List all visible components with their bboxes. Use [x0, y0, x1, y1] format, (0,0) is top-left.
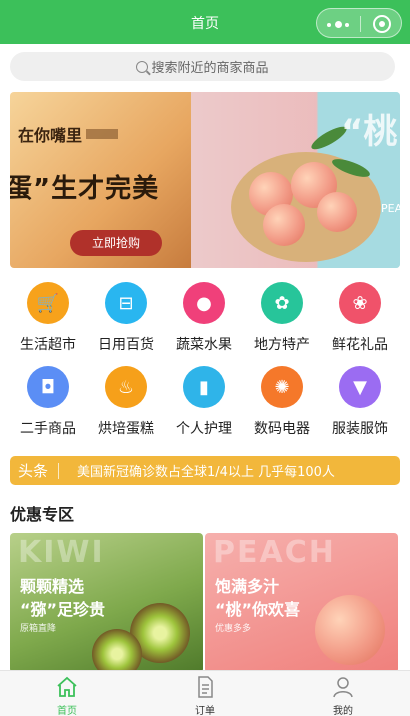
headline-text: 美国新冠确诊数占全球1/4以上 几乎每100人 [77, 465, 335, 480]
category-label: 日用百货 [98, 337, 154, 353]
category-item[interactable]: ♨ 烘培蛋糕 [85, 366, 167, 438]
category-label: 数码电器 [254, 421, 310, 437]
category-item[interactable]: ▼ 服装服饰 [319, 366, 401, 438]
banner-line1: 在你嘴里 [18, 126, 83, 145]
category-item[interactable]: ✿ 地方特产 [241, 282, 323, 354]
banner-peach-panel: “桃 PEACH [191, 92, 400, 268]
peach-image [263, 204, 305, 246]
section-title: 优惠专区 [10, 505, 75, 524]
order-icon [193, 675, 217, 699]
promo-line1: 颗颗精选 [20, 577, 85, 596]
miniprogram-capsule [316, 8, 402, 38]
headline-bar[interactable]: 头条 美国新冠确诊数占全球1/4以上 几乎每100人 [10, 456, 400, 485]
cart-icon: 🛒 [27, 282, 69, 324]
capsule-divider [360, 16, 361, 32]
close-target-icon[interactable] [373, 15, 391, 33]
fan-icon: ✺ [261, 366, 303, 408]
search-icon [136, 60, 149, 73]
apple-icon: ● [183, 282, 225, 324]
flower-icon: ❀ [339, 282, 381, 324]
category-item[interactable]: ● 蔬菜水果 [163, 282, 245, 354]
promo-bg-text: PEACH [213, 535, 336, 570]
banner-line2: 蛋”生才完美 [10, 174, 160, 204]
home-icon [55, 675, 79, 699]
promo-sub: 优惠多多 [215, 624, 252, 634]
cake-icon: ♨ [105, 366, 147, 408]
banner-peach-tag: PEACH [381, 202, 400, 215]
promo-banner[interactable]: 在你嘴里 蛋”生才完美 立即抢购 “桃 PEACH [10, 92, 400, 268]
promo-card-peach[interactable]: PEACH 饱满多汁 “桃”你欢喜 优惠多多 [205, 533, 398, 673]
category-label: 蔬菜水果 [176, 337, 232, 353]
basket-icon: ⊟ [105, 282, 147, 324]
bottle-icon: ▮ [183, 366, 225, 408]
user-icon [331, 675, 355, 699]
tab-label: 我的 [333, 706, 353, 716]
category-item[interactable]: ❀ 鲜花礼品 [319, 282, 401, 354]
promo-line2: “桃”你欢喜 [215, 600, 301, 619]
category-item[interactable]: 🛒 生活超市 [7, 282, 89, 354]
category-label: 鲜花礼品 [332, 337, 388, 353]
banner-egg-panel: 在你嘴里 蛋”生才完美 立即抢购 [10, 92, 191, 268]
category-label: 地方特产 [254, 337, 310, 353]
peach-image [315, 595, 385, 665]
nav-bar: 首页 [0, 0, 410, 44]
promo-line1: 饱满多汁 [215, 577, 280, 596]
category-item[interactable]: ◘ 二手商品 [7, 366, 89, 438]
tab-home[interactable]: 首页 [37, 675, 97, 716]
tab-orders[interactable]: 订单 [175, 675, 235, 716]
search-input[interactable]: 搜索附近的商家商品 [10, 52, 395, 81]
tab-label: 订单 [195, 706, 215, 716]
headline-tag: 头条 [10, 462, 60, 479]
promo-card-kiwi[interactable]: KIWI 颗颗精选 “猕”足珍贵 原箱直降 [10, 533, 203, 673]
kiwi-image [92, 629, 142, 673]
promo-sub: 原箱直降 [20, 624, 57, 634]
peach-image [317, 192, 357, 232]
more-icon[interactable] [327, 21, 353, 28]
promo-line2: “猕”足珍贵 [20, 600, 106, 619]
category-label: 服装服饰 [332, 421, 388, 437]
shirt-icon: ▼ [339, 366, 381, 408]
tab-profile[interactable]: 我的 [313, 675, 373, 716]
search-placeholder: 搜索附近的商家商品 [151, 61, 269, 76]
tab-label: 首页 [57, 706, 77, 716]
category-item[interactable]: ▮ 个人护理 [163, 366, 245, 438]
tab-bar: 首页 订单 我的 [0, 670, 410, 716]
category-label: 个人护理 [176, 421, 232, 437]
category-item[interactable]: ⊟ 日用百货 [85, 282, 167, 354]
category-label: 烘培蛋糕 [98, 421, 154, 437]
promo-bg-text: KIWI [18, 535, 105, 570]
category-label: 生活超市 [20, 337, 76, 353]
banner-peach-title: “桃 [341, 112, 398, 152]
leaf-icon: ✿ [261, 282, 303, 324]
banner-decor-bar [86, 129, 118, 139]
buy-now-button[interactable]: 立即抢购 [70, 230, 162, 256]
bag-icon: ◘ [27, 366, 69, 408]
category-item[interactable]: ✺ 数码电器 [241, 366, 323, 438]
category-label: 二手商品 [20, 421, 76, 437]
